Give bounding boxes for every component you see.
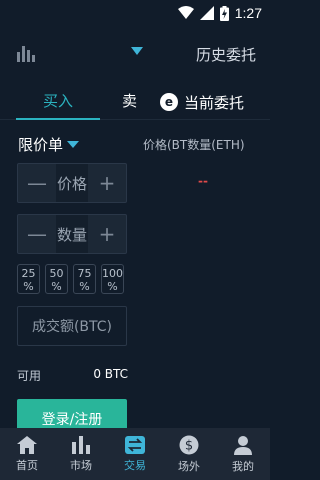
home-icon	[17, 435, 37, 454]
percent-75-button[interactable]: 75 %	[73, 264, 96, 294]
nav-market[interactable]: 市场	[54, 428, 108, 480]
history-orders-button[interactable]: 历史委托	[196, 44, 256, 65]
svg-text:$: $	[185, 438, 193, 453]
bottom-nav: 首页 市场 交易 $ 场外 我的	[0, 428, 270, 480]
battery-charging-icon	[219, 5, 229, 21]
tab-sell[interactable]: 卖	[122, 84, 142, 120]
amount-decrease-button[interactable]: —	[18, 215, 56, 253]
tab-current-orders[interactable]: e 当前委托	[160, 84, 244, 120]
price-stepper: — 价格 +	[17, 163, 127, 203]
wifi-icon	[177, 6, 194, 19]
order-type-selector[interactable]: 限价单	[18, 134, 80, 155]
available-value: 0 BTC	[93, 367, 128, 381]
nav-home[interactable]: 首页	[0, 428, 54, 480]
amount-increase-button[interactable]: +	[88, 215, 126, 253]
tab-current-orders-label: 当前委托	[184, 93, 245, 112]
app-bar: 历史委托	[0, 26, 270, 84]
swap-icon	[125, 435, 145, 454]
bar-chart-icon	[72, 435, 90, 454]
orderbook-empty-marker: --	[198, 174, 208, 188]
percent-50-button[interactable]: 50 %	[45, 264, 68, 294]
trade-tabs: 买入 卖 e 当前委托	[0, 84, 270, 120]
status-time: 1:27	[234, 5, 262, 21]
percent-100-button[interactable]: 100 %	[101, 264, 124, 294]
price-decrease-button[interactable]: —	[18, 164, 56, 202]
nav-trade[interactable]: 交易	[108, 428, 162, 480]
price-increase-button[interactable]: +	[88, 164, 126, 202]
chevron-down-icon	[67, 140, 80, 148]
order-type-label: 限价单	[18, 136, 64, 154]
kline-chart-icon[interactable]	[16, 44, 36, 62]
dollar-icon: $	[179, 435, 199, 454]
orderbook-header: 价格(BT数量(ETH)	[143, 138, 245, 152]
signal-icon	[199, 6, 214, 20]
user-icon	[234, 435, 252, 455]
status-bar: 1:27	[0, 0, 270, 26]
available-label: 可用	[17, 369, 42, 383]
amount-stepper: — 数量 +	[17, 214, 127, 254]
nav-otc[interactable]: $ 场外	[162, 428, 216, 480]
tab-buy[interactable]: 买入	[16, 84, 100, 120]
percent-25-button[interactable]: 25 %	[17, 264, 40, 294]
amount-input[interactable]: 数量	[56, 215, 88, 253]
orders-badge-icon: e	[160, 93, 178, 111]
pair-dropdown-icon[interactable]	[130, 46, 144, 56]
percent-buttons: 25 % 50 % 75 % 100 %	[17, 264, 124, 294]
nav-profile[interactable]: 我的	[216, 428, 270, 480]
volume-input[interactable]: 成交额(BTC)	[17, 306, 127, 346]
price-input[interactable]: 价格	[56, 164, 88, 202]
